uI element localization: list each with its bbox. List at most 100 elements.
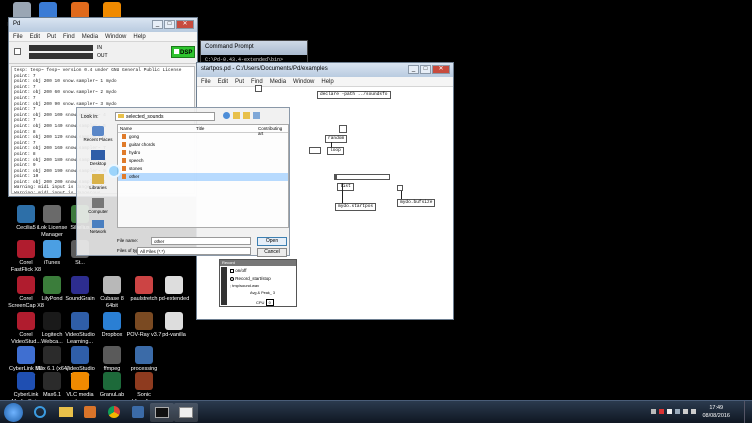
bang-object[interactable]	[255, 85, 262, 92]
desktop-shortcut[interactable]: processing	[126, 346, 162, 373]
look-in-select[interactable]: selected_sounds	[115, 112, 215, 121]
menu-find[interactable]: Find	[63, 34, 75, 40]
explorer-taskbar-button[interactable]	[54, 403, 78, 422]
ilok-icon	[43, 205, 61, 223]
file-name-input[interactable]: other	[151, 237, 251, 245]
desktop-shortcut[interactable]: pd-extended	[156, 276, 192, 303]
audio-file-icon	[122, 142, 126, 148]
up-folder-icon[interactable]	[233, 112, 240, 119]
loop-object[interactable]: loop	[327, 147, 344, 155]
network-tray-icon[interactable]	[683, 409, 688, 414]
tray-arrow-icon[interactable]	[651, 409, 656, 414]
lilypond-icon	[43, 276, 61, 294]
record-subpatch[interactable]: Record on/off Record_start/stop ; tmp/so…	[219, 259, 297, 307]
io-checkbox[interactable]	[14, 48, 21, 55]
back-icon[interactable]	[223, 112, 230, 119]
bufsize-object[interactable]: mydo.bufsize	[397, 199, 436, 207]
file-row[interactable]: other	[118, 173, 288, 181]
file-row[interactable]: guitar chords	[118, 141, 288, 149]
place-computer[interactable]: Computer	[81, 198, 115, 214]
pd-main-titlebar[interactable]: Pd _ □ ✕	[9, 18, 197, 32]
view-menu-icon[interactable]	[253, 112, 260, 119]
startpos-object[interactable]: mydo.startpos	[335, 203, 377, 211]
maximize-button[interactable]: □	[164, 20, 175, 29]
patch-menu-media[interactable]: Media	[270, 79, 286, 85]
desktop-shortcut[interactable]: pd-vanilla	[156, 312, 192, 339]
display-icon[interactable]	[675, 409, 680, 414]
file-row[interactable]: stones	[118, 165, 288, 173]
soundgrain-icon	[71, 276, 89, 294]
flag-icon[interactable]	[667, 409, 672, 414]
desktop-shortcut-label: Dropbox	[101, 332, 123, 338]
number-object[interactable]	[309, 147, 321, 154]
in-meter	[29, 45, 93, 51]
open-file-dialog[interactable]: Look in: selected_sounds Recent Places D…	[76, 107, 290, 257]
start-button[interactable]	[4, 403, 23, 422]
symbol-input[interactable]	[334, 174, 390, 180]
menu-put[interactable]: Put	[47, 34, 56, 40]
file-row[interactable]: hydro	[118, 149, 288, 157]
menu-window[interactable]: Window	[105, 34, 126, 40]
bufsize-toggle[interactable]	[397, 185, 403, 191]
dsp-toggle[interactable]: DSP	[171, 46, 195, 58]
patch-menu-window[interactable]: Window	[293, 79, 314, 85]
terminal-titlebar[interactable]: Command Prompt	[201, 41, 307, 55]
col-contributing[interactable]: Contributing art	[258, 126, 288, 136]
desktop-shortcut[interactable]: Cubase 8 64bit	[94, 276, 130, 309]
clock-date: 08/08/2016	[702, 413, 730, 419]
cancel-button[interactable]: Cancel	[257, 248, 287, 257]
patch-menu-find[interactable]: Find	[251, 79, 263, 85]
minimize-button[interactable]: _	[152, 20, 163, 29]
desktop-shortcut[interactable]: Dropbox	[94, 312, 130, 339]
clock[interactable]: 17:49 08/08/2016	[702, 404, 730, 420]
file-list[interactable]: Name Title Contributing art gong guitar c…	[117, 124, 289, 228]
new-folder-icon[interactable]	[243, 112, 250, 119]
patch-close-button[interactable]: ✕	[432, 65, 450, 74]
volume-icon[interactable]	[691, 409, 696, 414]
col-title[interactable]: Title	[196, 126, 204, 131]
file-type-select[interactable]: All Files (*.*)	[137, 247, 251, 255]
toggle-object[interactable]	[339, 125, 347, 133]
subpatch-record-item[interactable]: Record_start/stop	[230, 276, 271, 281]
audio-file-icon	[122, 158, 126, 164]
desktop-shortcut[interactable]: VideoStudio Learning...	[62, 312, 98, 345]
patch-menu-file[interactable]: File	[201, 79, 211, 85]
desktop-shortcut[interactable]: SoundGrain	[62, 276, 98, 303]
ie-taskbar-button[interactable]	[28, 403, 52, 422]
patch-maximize-button[interactable]: □	[420, 65, 431, 74]
desktop-shortcut[interactable]: ffmpeg	[94, 346, 130, 373]
corel-capture-icon	[17, 276, 35, 294]
tray-app-icon[interactable]	[659, 409, 664, 414]
cmd-icon	[155, 407, 169, 418]
subpatch-toggle-item[interactable]: on/off	[230, 268, 246, 273]
place-network[interactable]: Network	[81, 220, 115, 234]
close-button[interactable]: ✕	[176, 20, 194, 29]
out-meter	[29, 53, 93, 59]
col-name[interactable]: Name	[120, 126, 132, 131]
menu-file[interactable]: File	[13, 34, 23, 40]
patch-cord	[331, 142, 332, 147]
pd-taskbar-button[interactable]	[174, 403, 198, 422]
app-taskbar-button[interactable]	[126, 403, 150, 422]
patch-titlebar[interactable]: startpos.pd - C:/Users/Documents/Pd/exam…	[197, 63, 453, 77]
patch-menu-edit[interactable]: Edit	[218, 79, 228, 85]
patch-minimize-button[interactable]: _	[408, 65, 419, 74]
place-recent[interactable]: Recent Places	[81, 126, 115, 142]
file-row[interactable]: speech	[118, 157, 288, 165]
menu-media[interactable]: Media	[82, 34, 98, 40]
patch-menu-put[interactable]: Put	[235, 79, 244, 85]
show-desktop-button[interactable]	[744, 401, 752, 423]
desktop-shortcut[interactable]: GranuLab	[94, 372, 130, 399]
open-button[interactable]: Open	[257, 237, 287, 246]
chrome-taskbar-button[interactable]	[102, 403, 126, 422]
place-desktop[interactable]: Desktop	[81, 150, 115, 166]
menu-edit[interactable]: Edit	[30, 34, 40, 40]
media-taskbar-button[interactable]	[78, 403, 102, 422]
list-object[interactable]: list	[337, 183, 354, 191]
cmd-taskbar-button[interactable]	[150, 403, 174, 422]
patch-menu-help[interactable]: Help	[321, 79, 333, 85]
menu-help[interactable]: Help	[133, 34, 145, 40]
declare-object[interactable]: declare -path ../soundsfo	[317, 91, 391, 99]
audio-file-icon	[122, 134, 126, 140]
random-object[interactable]: random	[325, 135, 348, 143]
